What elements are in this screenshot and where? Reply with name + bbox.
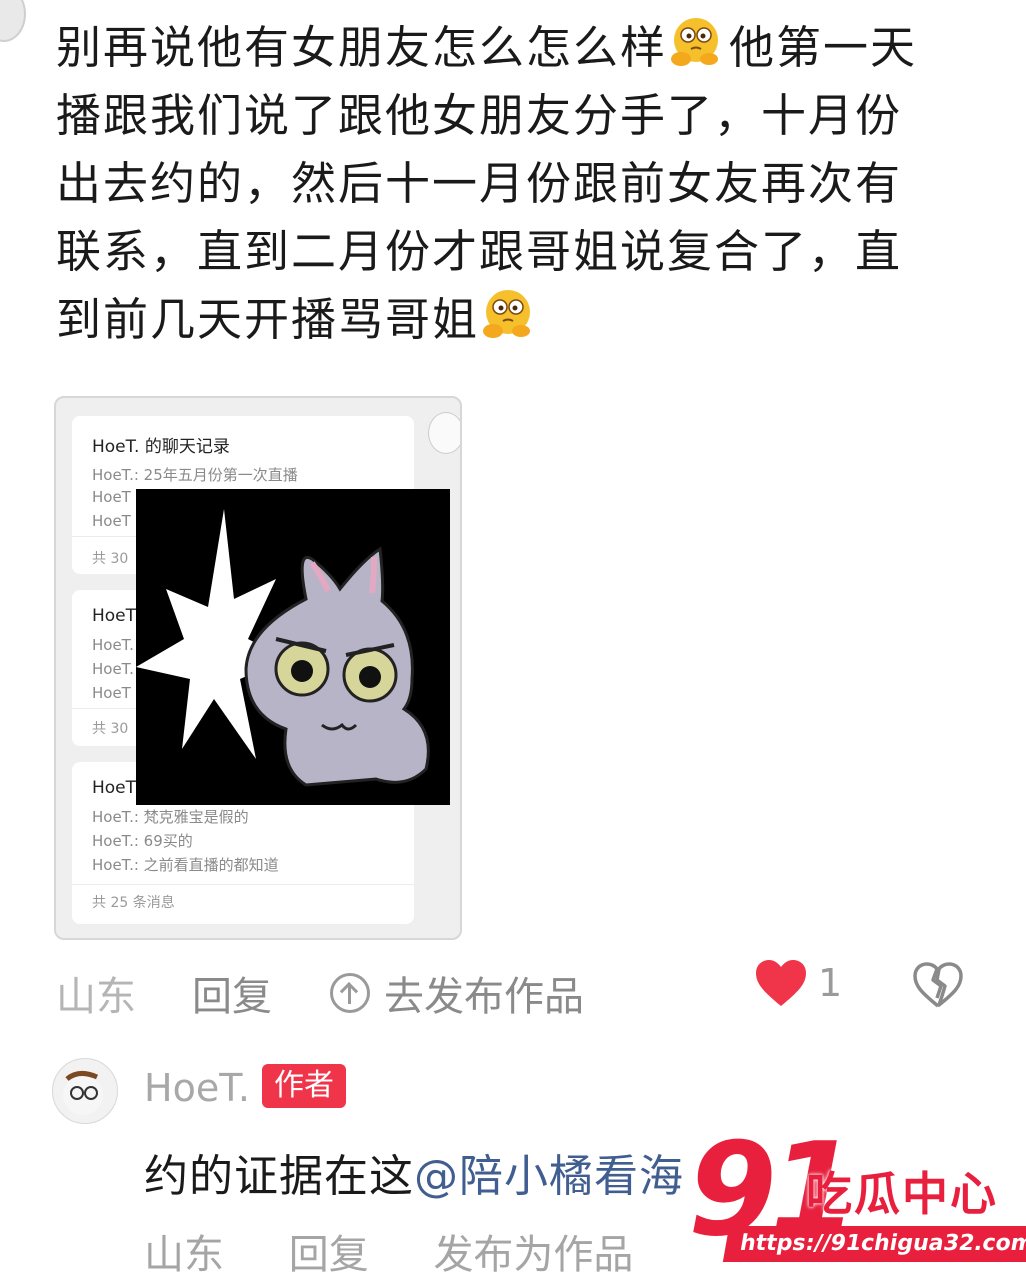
comment-line-1a: 别再说他有女朋友怎么怎么样 — [56, 21, 668, 74]
watermark-name: 吃瓜中心 — [806, 1167, 998, 1221]
chat-record-line: HoeT.: 69买的 — [92, 832, 193, 850]
chat-record-line: HoeT. — [92, 636, 134, 654]
divider — [72, 884, 414, 885]
comment-actions: 山东 回复 去发布作品 1 — [56, 958, 976, 1020]
reply-button[interactable]: 回复 — [192, 964, 272, 1022]
reply-location-label: 山东 — [144, 1232, 224, 1278]
comment-line-3: 出去约的，然后十一月份跟前女友再次有 — [56, 157, 903, 210]
reply-actions: 山东 回复 发布为作品 — [144, 1222, 685, 1280]
site-watermark: 91 吃瓜中心 https://91chigua32.com — [688, 1116, 1026, 1274]
chat-avatar — [428, 412, 460, 454]
chat-record-title: HoeT. 的聊天记录 — [92, 437, 230, 457]
author-avatar[interactable] — [52, 1058, 118, 1124]
mention-link[interactable]: @陪小橘看海 — [414, 1151, 684, 1202]
chat-record-line: HoeT. — [92, 660, 134, 678]
publish-as-work-button[interactable]: 发布为作品 — [433, 1232, 633, 1278]
chat-record-count: 共 30 — [92, 721, 129, 737]
comment-line-1b: 他第一天 — [729, 21, 918, 74]
chat-record-line: HoeT — [92, 512, 131, 530]
chat-screenshot-image[interactable]: HoeT. 的聊天记录 HoeT.: 25年五月份第一次直播 HoeT HoeT… — [54, 396, 462, 940]
chat-record-line: HoeT.: 之前看直播的都知道 — [92, 856, 279, 874]
comment-line-2: 播跟我们说了跟他女朋友分手了，十月份 — [56, 89, 903, 142]
chat-record-count: 共 25 条消息 — [92, 895, 175, 911]
upload-circle-icon — [330, 973, 370, 1013]
like-count: 1 — [818, 961, 843, 1005]
chat-record-count: 共 30 — [92, 551, 129, 567]
dislike-button[interactable] — [911, 960, 965, 1020]
comment-line-5: 到前几天开播骂哥姐 — [56, 293, 480, 346]
watermark-url: https://91chigua32.com — [722, 1226, 1026, 1262]
comment-line-4: 联系，直到二月份才跟哥姐说复合了，直 — [56, 225, 903, 278]
chat-record-line: HoeT — [92, 488, 131, 506]
chat-record-title: HoeT — [92, 606, 137, 626]
reply-reply-button[interactable]: 回复 — [289, 1232, 369, 1278]
reply-text: 约的证据在这@陪小橘看海 — [144, 1140, 684, 1204]
angry-cat-sticker — [136, 489, 450, 805]
publish-work-label: 去发布作品 — [384, 974, 584, 1020]
thinking-face-emoji-icon — [669, 15, 723, 66]
heart-filled-icon — [756, 960, 806, 1006]
previous-user-avatar[interactable] — [0, 0, 26, 42]
author-badge: 作者 — [262, 1064, 346, 1108]
thinking-face-emoji-icon — [481, 287, 535, 338]
author-name[interactable]: HoeT. — [144, 1066, 250, 1110]
like-button[interactable]: 1 — [754, 958, 842, 1008]
comment-text: 别再说他有女朋友怎么怎么样 他第一天 播跟我们说了跟他女朋友分手了，十月份 出去约… — [56, 14, 986, 354]
reply-text-plain: 约的证据在这 — [144, 1151, 414, 1202]
chat-record-line: HoeT.: 25年五月份第一次直播 — [92, 466, 298, 484]
location-label: 山东 — [56, 974, 136, 1020]
broken-heart-icon — [913, 962, 963, 1008]
chat-record-line: HoeT — [92, 684, 131, 702]
publish-work-button[interactable]: 去发布作品 — [330, 964, 584, 1022]
chat-record-line: HoeT.: 梵克雅宝是假的 — [92, 808, 249, 826]
chat-record-title: HoeT — [92, 778, 137, 798]
